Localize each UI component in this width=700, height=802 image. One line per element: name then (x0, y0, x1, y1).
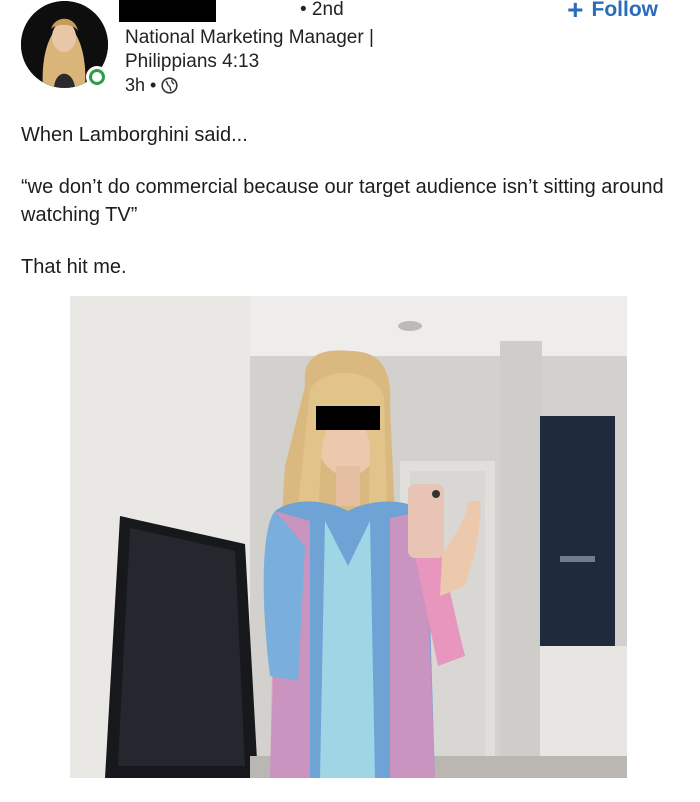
redacted-author-name (119, 0, 216, 22)
post-body: When Lamborghini said... “we don’t do co… (21, 121, 681, 281)
globe-icon (161, 77, 178, 94)
online-status-icon (86, 66, 108, 88)
post-text-quote: “we don’t do commercial because our targ… (21, 176, 664, 226)
follow-button[interactable]: + Follow (567, 0, 659, 25)
plus-icon: + (567, 0, 584, 25)
redacted-face (316, 406, 380, 430)
post-meta: 3h • (125, 75, 178, 96)
linkedin-post: • 2nd National Marketing Manager | Phili… (0, 0, 700, 802)
post-image[interactable] (70, 296, 627, 778)
author-headline: National Marketing Manager | Philippians… (125, 27, 374, 72)
connection-degree: • 2nd (300, 0, 344, 20)
follow-label: Follow (591, 0, 659, 21)
post-text-line: When Lamborghini said... (21, 124, 248, 146)
post-text-line: That hit me. (21, 256, 127, 278)
post-time: 3h • (125, 75, 157, 95)
